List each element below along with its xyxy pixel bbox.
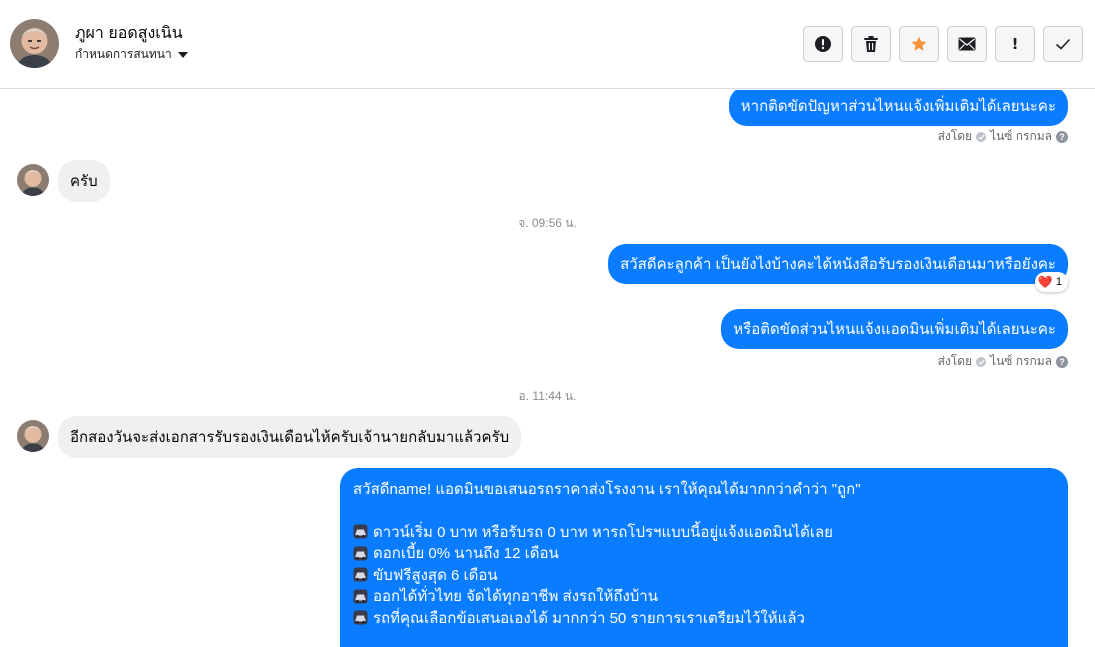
outgoing-message[interactable]: หากติดขัดปัญหาส่วนไหนแจ้งเพิ่มเติมได้เลย…	[728, 90, 1068, 126]
promo-bullet-text: ขับฟรีสูงสุด 6 เดือน	[373, 566, 498, 584]
reaction-count: 1	[1055, 276, 1062, 288]
sender-name[interactable]: ไนซ์ กรกมล	[990, 127, 1052, 146]
spam-report-button[interactable]	[803, 26, 843, 62]
promo-bullet-text: ดอกเบี้ย 0% นานถึง 12 เดือน	[373, 545, 559, 563]
heart-reaction-icon: ❤️	[1037, 275, 1053, 289]
sent-by-label: ส่งโดย	[937, 129, 973, 143]
incoming-message[interactable]: อีกสองวันจะส่งเอกสารรับรองเงินเดือนไห้คร…	[58, 416, 522, 458]
envelope-icon	[958, 37, 976, 51]
promo-bullet: ออกได้ทั่วไทย จัดได้ทุกอาชีพ ส่งรถให้ถึง…	[353, 586, 1055, 608]
assign-conversation-label: กำหนดการสนทนา	[75, 47, 172, 61]
car-icon	[353, 610, 368, 625]
sender-name[interactable]: ไนซ์ กรกมล	[990, 352, 1052, 371]
promo-bullet: ดาวน์เริ่ม 0 บาท หรือรับรถ 0 บาท หารถโปร…	[353, 521, 1055, 543]
car-icon	[353, 524, 368, 539]
contact-avatar-small[interactable]	[17, 420, 49, 452]
incoming-message[interactable]: ครับ	[58, 160, 110, 202]
help-icon[interactable]: ?	[1056, 355, 1068, 368]
follow-up-button[interactable]: !	[995, 26, 1035, 62]
assign-conversation-dropdown[interactable]: กำหนดการสนทนา	[75, 45, 188, 64]
check-circle-icon	[976, 356, 987, 367]
checkmark-icon	[1055, 38, 1071, 50]
exclamation-circle-icon	[815, 36, 831, 52]
outgoing-promo-message[interactable]: สวัสดีname! แอดมินขอเสนอรถราคาส่งโรงงาน …	[340, 468, 1068, 647]
car-icon	[353, 589, 368, 604]
star-button[interactable]	[899, 26, 939, 62]
car-icon	[353, 546, 368, 561]
timestamp: จ. 09:56 น.	[518, 216, 577, 230]
sent-by-info: ส่งโดย ไนซ์ กรกมล ?	[938, 352, 1068, 371]
mark-unread-button[interactable]	[947, 26, 987, 62]
promo-bullet-text: ออกได้ทั่วไทย จัดได้ทุกอาชีพ ส่งรถให้ถึง…	[373, 588, 658, 606]
contact-avatar-small[interactable]	[17, 164, 49, 196]
exclamation-icon: !	[1011, 35, 1019, 53]
promo-bullet-text: รถที่คุณเลือกข้อเสนอเองได้ มากกว่า 50 รา…	[373, 609, 805, 627]
message-thread[interactable]: หากติดขัดปัญหาส่วนไหนแจ้งเพิ่มเติมได้เลย…	[0, 90, 1095, 647]
timestamp: อ. 11:44 น.	[518, 389, 577, 403]
done-button[interactable]	[1043, 26, 1083, 62]
outgoing-message[interactable]: สวัสดีคะลูกค้า เป็นยังไงบ้างคะได้หนังสือ…	[608, 244, 1068, 284]
star-icon	[911, 36, 927, 51]
conversation-header: ภูผา ยอดสูงเนิน กำหนดการสนทนา !	[0, 0, 1095, 89]
promo-bullet: ขับฟรีสูงสุด 6 เดือน	[353, 564, 1055, 586]
message-reaction[interactable]: ❤️ 1	[1034, 272, 1068, 292]
contact-avatar[interactable]	[10, 19, 59, 68]
contact-name[interactable]: ภูผา ยอดสูงเนิน	[75, 21, 183, 46]
sent-by-label: ส่งโดย	[937, 354, 973, 368]
car-icon	[353, 567, 368, 582]
check-circle-icon	[976, 131, 987, 142]
promo-bullet: ดอกเบี้ย 0% นานถึง 12 เดือน	[353, 543, 1055, 565]
promo-intro: สวัสดีname! แอดมินขอเสนอรถราคาส่งโรงงาน …	[353, 480, 861, 498]
help-icon[interactable]: ?	[1056, 130, 1068, 143]
caret-down-icon	[177, 51, 188, 58]
promo-bullet-text: ดาวน์เริ่ม 0 บาท หรือรับรถ 0 บาท หารถโปร…	[373, 523, 833, 541]
trash-icon	[864, 36, 878, 52]
sent-by-info: ส่งโดย ไนซ์ กรกมล ?	[938, 127, 1068, 146]
conversation-toolbar: !	[803, 26, 1083, 62]
outgoing-message[interactable]: หรือติดขัดส่วนไหนแจ้งแอดมินเพิ่มเติมได้เ…	[721, 309, 1068, 349]
delete-button[interactable]	[851, 26, 891, 62]
promo-bullet: รถที่คุณเลือกข้อเสนอเองได้ มากกว่า 50 รา…	[353, 607, 1055, 629]
